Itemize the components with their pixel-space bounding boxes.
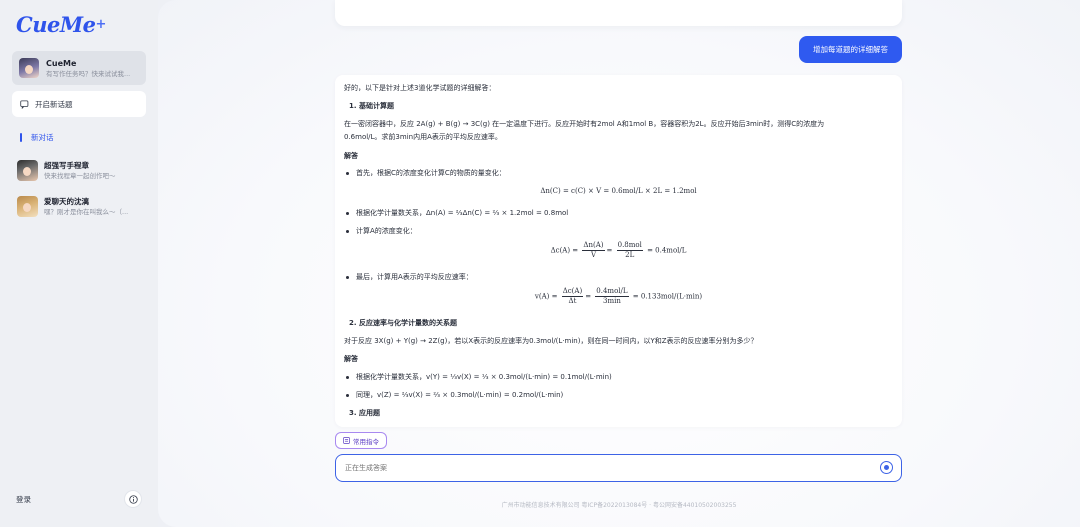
- avatar: [17, 159, 38, 181]
- common-commands-label: 常用指令: [353, 437, 379, 446]
- answer-step: 最后，计算用A表示的平均反应速率：: [344, 272, 473, 282]
- previous-message-card: [335, 0, 902, 26]
- question-text: 对于反应 3X(g) + Y(g) → 2Z(g)，若以X表示的反应速率为0.3…: [344, 337, 758, 345]
- character-subtitle: 快来找程章一起创作吧～: [44, 171, 116, 180]
- answer-label: 解答: [344, 152, 358, 160]
- character-subtitle: 嘿？刚才是你在叫我么～（...: [44, 207, 129, 216]
- app-logo[interactable]: CueMe+: [16, 13, 146, 37]
- common-commands-button[interactable]: 常用指令: [335, 432, 387, 449]
- chat-main: 增加每道题的详细解答 好的，以下是针对上述3道化学试题的详细解答： 1. 基础计…: [158, 0, 1080, 527]
- equation-part: = 0.4mol/L: [647, 246, 687, 255]
- answer-step: 根据化学计量数关系，v(Y) = ⅓v(X) = ⅓ × 0.3mol/(L·m…: [344, 372, 612, 382]
- info-icon: [128, 494, 138, 504]
- answer-step: 计算A的浓度变化：: [344, 226, 417, 236]
- fraction: 0.4mol/L 3min: [595, 287, 629, 306]
- numerator: Δc(A): [561, 287, 584, 297]
- assistant-answer-card: 好的，以下是针对上述3道化学试题的详细解答： 1. 基础计算题 在一密闭容器中，…: [335, 75, 902, 427]
- stop-generation-button[interactable]: [880, 461, 893, 474]
- current-chat-label: 新对话: [31, 132, 54, 142]
- sidebar-item-character[interactable]: 超强写手程章 快来找程章一起创作吧～: [12, 158, 146, 182]
- assistant-name: CueMe: [46, 58, 77, 68]
- answer-label: 解答: [344, 355, 358, 363]
- answer-intro: 好的，以下是针对上述3道化学试题的详细解答：: [344, 84, 496, 92]
- sidebar-item-current-chat[interactable]: 新对话: [12, 131, 146, 143]
- sidebar-footer: 登录: [0, 490, 158, 508]
- numerator: 0.8mol: [616, 241, 643, 251]
- message-input-box[interactable]: [335, 454, 902, 482]
- avatar: [17, 195, 38, 217]
- question-text: 0.6mol/L。求前3min内用A表示的平均反应速率。: [344, 133, 502, 141]
- info-button[interactable]: [124, 490, 142, 508]
- command-icon: [343, 437, 350, 444]
- sidebar-item-character[interactable]: 爱聊天的沈漓 嘿？刚才是你在叫我么～（...: [12, 194, 146, 218]
- stop-icon: [884, 465, 889, 470]
- answer-step: 根据化学计量数关系，Δn(A) = ⅔Δn(C) = ⅔ × 1.2mol = …: [344, 208, 568, 218]
- denominator: 2L: [625, 251, 635, 259]
- user-message-bubble: 增加每道题的详细解答: [799, 36, 902, 63]
- fraction: 0.8mol 2L: [616, 241, 643, 260]
- assistant-card[interactable]: CueMe 有写作任务吗？快来试试我...: [12, 51, 146, 85]
- sidebar: CueMe+ CueMe 有写作任务吗？快来试试我... 开启新话题 新对话 超…: [0, 0, 158, 527]
- denominator: V: [590, 251, 596, 259]
- denominator: Δt: [568, 297, 577, 305]
- denominator: 3min: [602, 297, 621, 305]
- character-name: 爱聊天的沈漓: [44, 196, 89, 206]
- logo-plus: +: [95, 17, 106, 32]
- question-title: 1. 基础计算题: [349, 102, 394, 110]
- avatar: [19, 58, 39, 78]
- answer-step: 首先，根据C的浓度变化计算C的物质的量变化：: [344, 168, 506, 178]
- character-name: 超强写手程章: [44, 160, 89, 170]
- equation: Δc(A) = Δn(A) V = 0.8mol 2L = 0.4mol/L: [550, 241, 687, 260]
- new-topic-label: 开启新话题: [35, 99, 73, 109]
- footer: 广州市动能信息技术有限公司 粤ICP备2022013084号 · 粤公网安备44…: [158, 500, 1080, 509]
- equation-part: = 0.133mol/(L·min): [632, 292, 703, 301]
- footer-text: 广州市动能信息技术有限公司 粤ICP备2022013084号 · 粤公网安备44…: [501, 502, 737, 509]
- equation: v(A) = Δc(A) Δt = 0.4mol/L 3min = 0.133m…: [534, 287, 703, 306]
- new-topic-button[interactable]: 开启新话题: [12, 91, 146, 117]
- equation-part: Δc(A) =: [550, 246, 579, 255]
- active-indicator: [20, 132, 22, 142]
- question-text: 在一密闭容器中，反应 2A(g) + B(g) → 3C(g) 在一定温度下进行…: [344, 120, 825, 128]
- equation-part: v(A) =: [534, 292, 558, 301]
- question-title: 2. 反应速率与化学计量数的关系题: [349, 319, 457, 327]
- fraction: Δn(A) V: [582, 241, 605, 260]
- equation: Δn(C) = c(C) × V = 0.6mol/L × 2L = 1.2mo…: [540, 187, 697, 195]
- message-input[interactable]: [345, 464, 865, 472]
- numerator: Δn(A): [582, 241, 605, 251]
- new-chat-icon: [20, 99, 29, 109]
- question-title: 3. 应用题: [349, 409, 380, 417]
- fraction: Δc(A) Δt: [561, 287, 584, 306]
- login-link[interactable]: 登录: [16, 494, 31, 505]
- numerator: 0.4mol/L: [595, 287, 629, 297]
- answer-step: 同理，v(Z) = ⅔v(X) = ⅔ × 0.3mol/(L·min) = 0…: [344, 390, 563, 400]
- logo-text: CueMe: [16, 12, 96, 37]
- assistant-subtitle: 有写作任务吗？快来试试我...: [46, 69, 131, 78]
